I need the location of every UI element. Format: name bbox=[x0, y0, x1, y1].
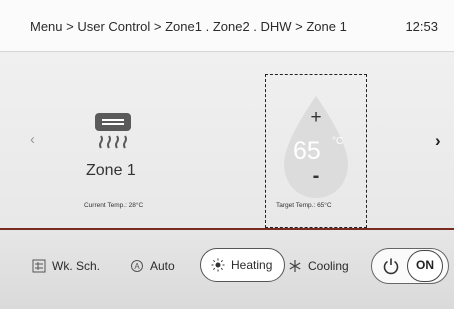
target-temp-value: 65 bbox=[293, 137, 321, 165]
zone-name: Zone 1 bbox=[86, 162, 136, 179]
current-temp-label: Current Temp.: 28°C bbox=[84, 202, 144, 209]
cooling-mode-button[interactable]: Cooling bbox=[288, 259, 349, 273]
clock: 12:53 bbox=[405, 19, 438, 34]
target-temp-label: Target Temp.: 65°C bbox=[276, 202, 332, 209]
thermostat-screen: Menu > User Control > Zone1 . Zone2 . DH… bbox=[0, 0, 454, 309]
increase-temp-button[interactable]: + bbox=[306, 108, 326, 128]
weekly-schedule-button[interactable]: Wk. Sch. bbox=[32, 259, 100, 273]
decrease-temp-button[interactable]: - bbox=[306, 166, 326, 186]
sun-icon bbox=[211, 258, 225, 272]
schedule-icon bbox=[32, 259, 46, 273]
snowflake-icon bbox=[289, 260, 301, 272]
auto-icon: A bbox=[131, 260, 143, 272]
top-bar: Menu > User Control > Zone1 . Zone2 . DH… bbox=[0, 0, 454, 52]
main-panel bbox=[0, 52, 454, 228]
breadcrumb[interactable]: Menu > User Control > Zone1 . Zone2 . DH… bbox=[30, 19, 347, 34]
heating-mode-button[interactable]: Heating bbox=[200, 248, 286, 282]
weekly-schedule-label: Wk. Sch. bbox=[52, 259, 101, 273]
radiator-icon bbox=[95, 113, 131, 149]
cooling-label: Cooling bbox=[308, 259, 349, 273]
auto-mode-button[interactable]: A Auto bbox=[130, 259, 175, 273]
next-arrow-icon[interactable]: › bbox=[435, 132, 441, 149]
power-icon[interactable] bbox=[382, 257, 400, 275]
prev-arrow-icon[interactable]: ‹ bbox=[30, 132, 35, 147]
on-button[interactable]: ON bbox=[407, 250, 443, 282]
heating-label: Heating bbox=[231, 258, 273, 272]
auto-label: Auto bbox=[150, 259, 175, 273]
target-temp-unit: °C bbox=[332, 136, 344, 147]
svg-text:A: A bbox=[134, 262, 140, 271]
